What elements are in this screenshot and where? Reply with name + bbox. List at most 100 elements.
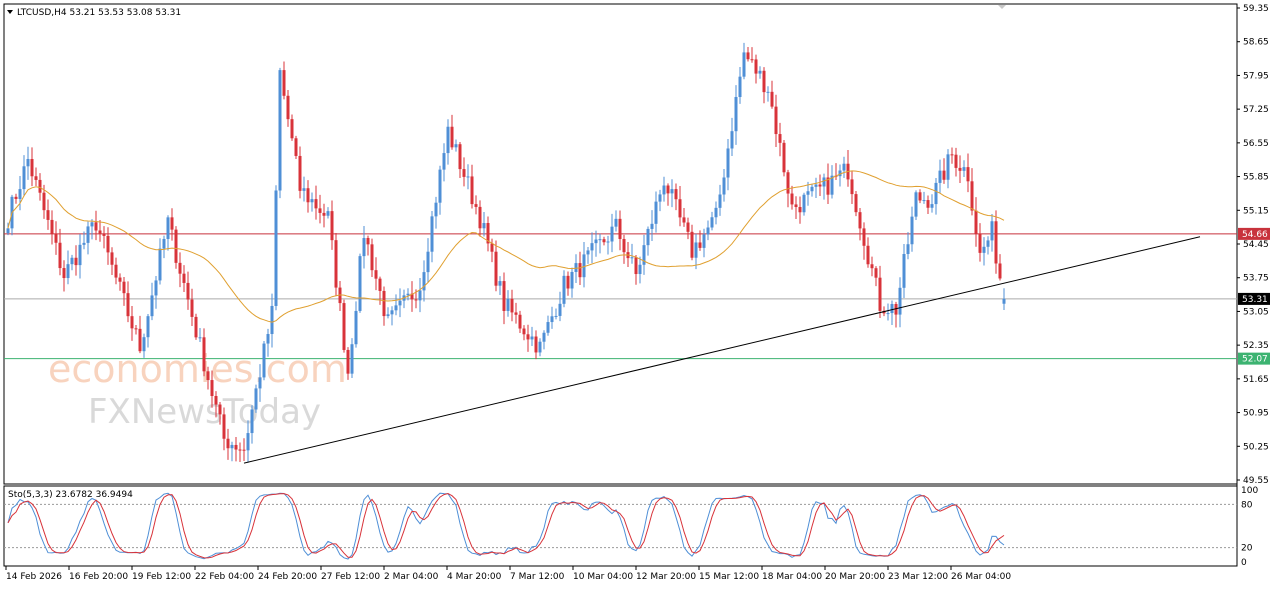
y-tick-label: 57.25 [1243,105,1269,115]
candle-body [370,244,374,271]
candle-body [974,210,978,234]
candle-body [770,91,774,107]
candle-body [54,233,58,243]
candle-body [898,287,902,315]
candle-body [806,191,810,195]
candle-body [598,239,602,241]
candle-body [114,264,118,278]
candle-body [22,166,26,190]
candle-body [34,176,38,180]
candle-body [538,341,542,353]
candle-body [30,159,34,177]
candle-body [654,201,658,224]
candle-body [602,239,606,243]
y-tick-label: 55.15 [1243,206,1269,216]
candle-body [290,119,294,139]
y-tick-label: 58.65 [1243,38,1269,48]
candle-body [294,138,298,156]
candle-body [326,211,330,216]
candle-body [358,256,362,311]
dropdown-triangle-icon[interactable] [7,10,13,14]
candle-body [878,277,882,311]
candle-body [134,328,138,330]
candle-body [778,134,782,143]
candle-body [634,257,638,275]
candle-body [938,170,942,183]
candle-body [298,155,302,191]
x-tick-label: 18 Mar 04:00 [762,572,822,582]
x-tick-label: 10 Mar 04:00 [573,572,633,582]
candle-body [782,142,786,173]
candle-body [766,91,770,93]
candle-body [482,223,486,229]
candle-body [74,257,78,266]
candle-body [154,280,158,296]
candle-body [950,154,954,156]
candle-body [110,252,114,265]
x-tick-label: 12 Mar 20:00 [636,572,696,582]
candle-body [502,281,506,311]
candle-body [430,216,434,252]
candle-body [166,217,170,239]
candle-body [742,52,746,77]
candle-body [238,449,242,451]
candle-body [662,185,666,195]
candle-body [122,281,126,294]
x-tick-label: 27 Feb 12:00 [321,572,380,582]
stoch-main-line [7,492,1005,560]
candle-body [710,217,714,228]
y-tick-label: 52.35 [1243,341,1269,351]
candle-body [622,238,626,253]
candle-body [550,316,554,323]
candle-body [406,293,410,296]
y-tick-label: 55.85 [1243,173,1269,183]
candle-body [698,242,702,248]
candle-body [862,228,866,246]
candle-body [146,316,150,338]
candle-body [906,244,910,255]
candle-body [130,316,134,329]
candle-body [810,186,814,192]
candle-body [998,263,1002,279]
candle-body [86,226,90,243]
candle-body [434,202,438,217]
candle-body [214,395,218,405]
price-chart[interactable]: economies.com FXNewsToday 59.35 58.65 57.9… [0,0,1280,589]
candle-body [94,222,98,231]
candle-body [174,229,178,263]
candle-body [574,263,578,272]
candle-body [546,322,550,333]
candle-body [306,188,310,203]
candle-body [842,163,846,171]
candle-body [958,167,962,171]
candle-body [802,194,806,213]
stoch-level-label: 20 [1241,544,1253,554]
resistance-price-label: 54.66 [1242,230,1268,240]
candle-body [282,70,286,96]
candle-body [986,240,990,247]
candle-body [322,212,326,216]
candle-body [26,159,30,167]
candle-body [314,199,318,209]
candle-body [818,184,822,187]
candle-body [918,192,922,201]
y-tick-label: 50.25 [1243,442,1269,452]
candle-body [714,207,718,218]
candle-body [170,217,174,230]
candle-body [78,244,82,266]
candle-body [158,248,162,281]
candle-body [150,295,154,317]
candle-body [890,304,894,314]
candle-body [638,264,642,275]
x-tick-label: 4 Mar 20:00 [447,572,502,582]
candle-body [450,126,454,148]
stoch-level-label: 80 [1241,500,1253,510]
shift-marker-icon[interactable] [998,5,1006,9]
candle-body [202,337,206,372]
candle-body [990,221,994,241]
candle-body [854,194,858,213]
y-tick-label: 53.75 [1243,274,1269,284]
candle-body [954,154,958,168]
candle-body [498,281,502,286]
candle-body [454,144,458,148]
